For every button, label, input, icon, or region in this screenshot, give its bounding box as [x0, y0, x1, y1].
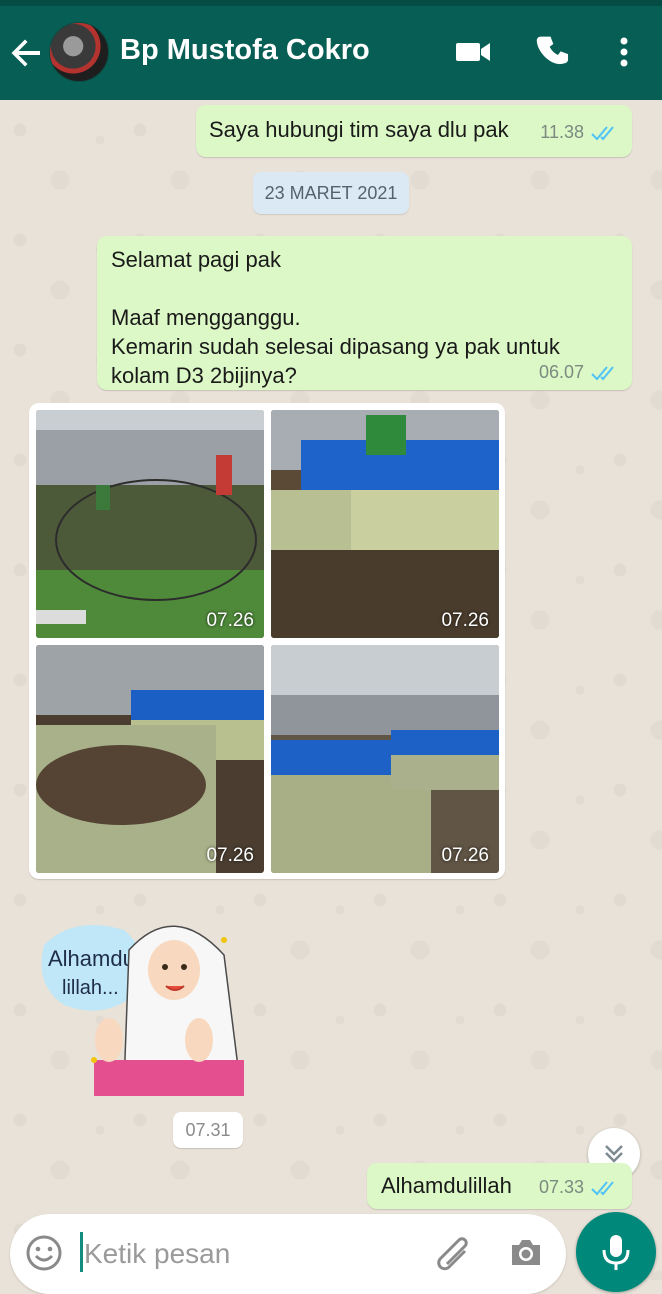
voice-call-icon[interactable]: [534, 32, 574, 72]
contact-avatar[interactable]: [49, 22, 109, 82]
message-bubble-outgoing[interactable]: Saya hubungi tim saya dlu pak 11.38: [196, 105, 632, 157]
photo-time: 07.26: [206, 845, 254, 866]
photo-time: 07.26: [441, 610, 489, 631]
message-meta: 07.33: [539, 1177, 620, 1198]
chat-header: Bp Mustofa Cokro: [0, 0, 662, 100]
photo-thumbnail[interactable]: 07.26: [271, 645, 499, 873]
back-arrow-icon[interactable]: [10, 36, 44, 70]
video-call-icon[interactable]: [453, 32, 493, 72]
date-divider: 23 MARET 2021: [253, 172, 409, 214]
sticker-time: 07.31: [173, 1112, 243, 1148]
photo-thumbnail[interactable]: 07.26: [271, 410, 499, 638]
message-text: Saya hubungi tim saya dlu pak: [209, 117, 509, 142]
photo-time: 07.26: [441, 845, 489, 866]
svg-text:lillah...: lillah...: [62, 977, 119, 999]
message-meta: 11.38: [540, 122, 620, 143]
contact-name[interactable]: Bp Mustofa Cokro: [120, 34, 370, 67]
voice-record-button[interactable]: [576, 1212, 656, 1292]
text-caret: [80, 1232, 83, 1272]
read-ticks-icon: [591, 365, 614, 380]
attach-icon[interactable]: [432, 1231, 472, 1275]
message-time: 07.33: [538, 1177, 584, 1197]
photo-album-bubble: 07.26 07.26 07.26 07.26: [29, 403, 505, 879]
read-ticks-icon: [591, 125, 614, 140]
message-text: Selamat pagi pak Maaf mengganggu. Kemari…: [111, 247, 560, 388]
message-meta: 06.07: [539, 362, 620, 383]
status-bar-strip: [0, 0, 662, 6]
message-input[interactable]: [80, 1232, 414, 1276]
message-bubble-outgoing[interactable]: Selamat pagi pak Maaf mengganggu. Kemari…: [97, 236, 632, 390]
photo-thumbnail[interactable]: 07.26: [36, 645, 264, 873]
sticker-image[interactable]: Alhamdu lillah...: [34, 910, 250, 1100]
photo-time: 07.26: [206, 610, 254, 631]
photo-thumbnail[interactable]: 07.26: [36, 410, 264, 638]
camera-icon[interactable]: [506, 1233, 546, 1273]
mic-icon: [602, 1235, 630, 1270]
message-text: Alhamdulillah: [381, 1173, 512, 1198]
more-options-icon[interactable]: [604, 32, 644, 72]
message-time: 11.38: [540, 122, 584, 142]
read-ticks-icon: [591, 1180, 614, 1195]
message-time: 06.07: [538, 362, 584, 382]
emoji-icon[interactable]: [24, 1233, 64, 1273]
message-bubble-outgoing[interactable]: Alhamdulillah 07.33: [367, 1163, 632, 1209]
svg-text:Alhamdu: Alhamdu: [48, 946, 135, 971]
